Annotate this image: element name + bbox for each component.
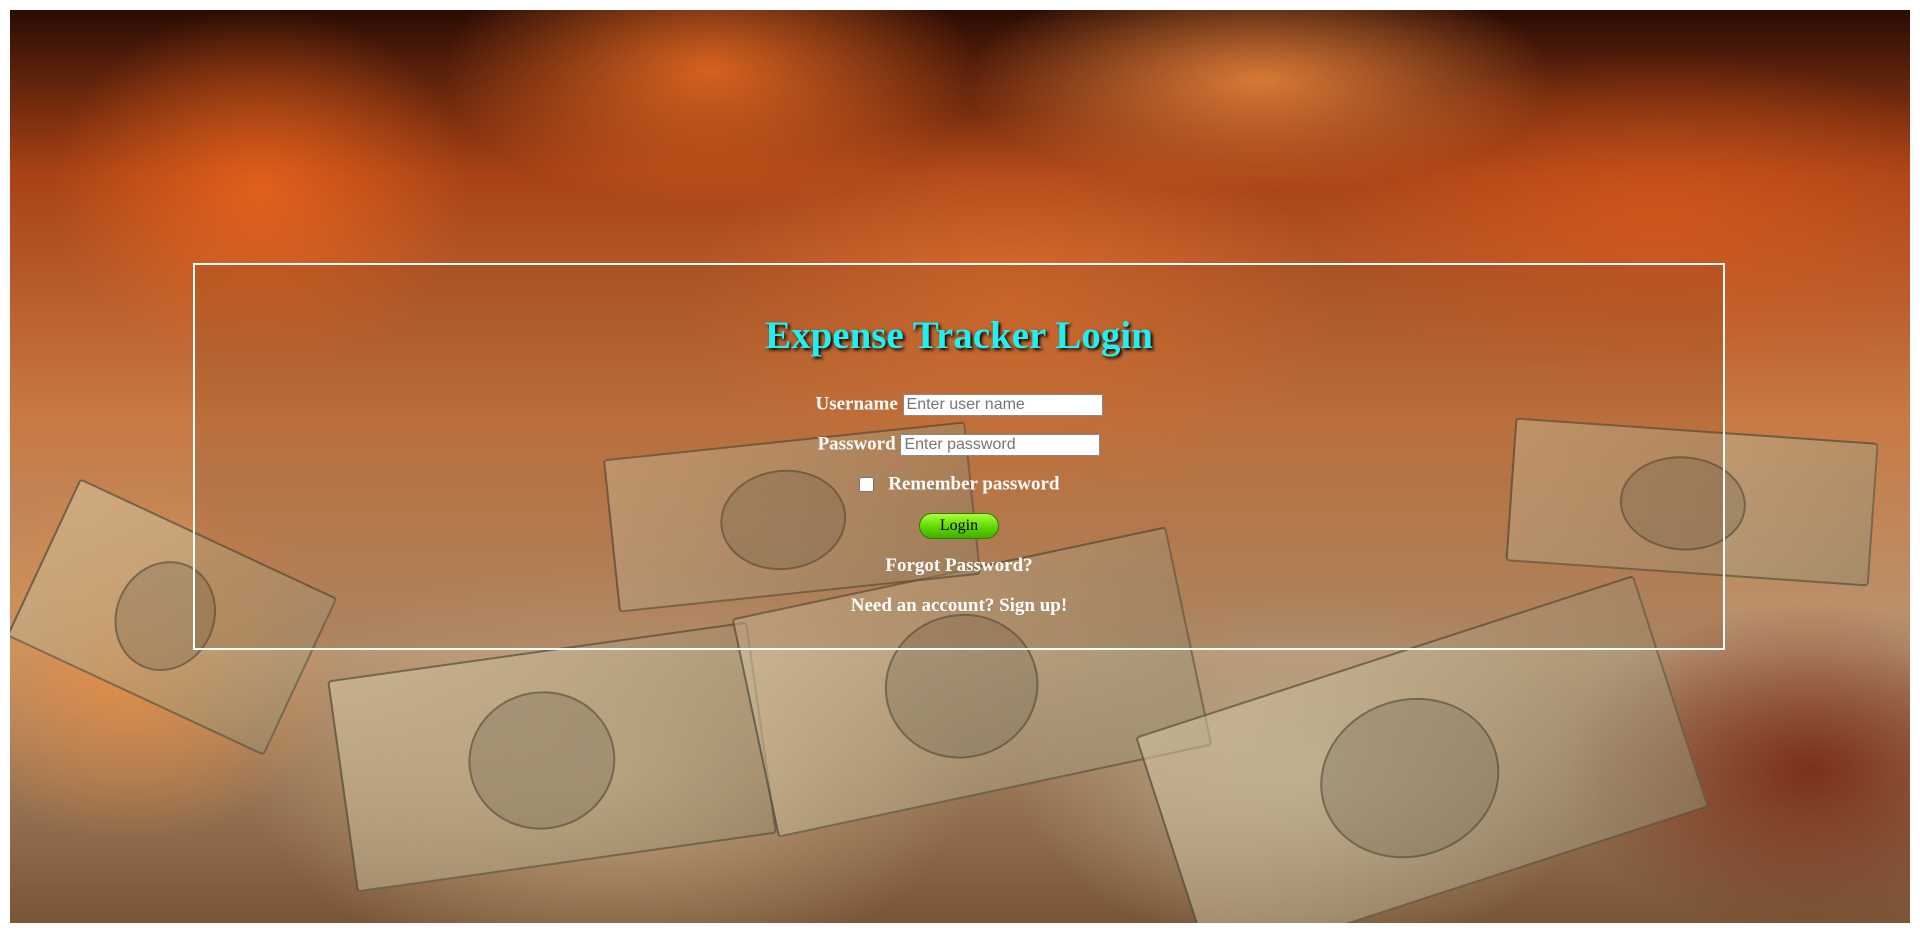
remember-label[interactable]: Remember password [888,474,1059,495]
password-label: Password [817,433,896,455]
banknote-image [327,621,777,893]
username-label: Username [815,393,898,415]
remember-checkbox[interactable] [858,477,874,493]
username-row: Username [195,393,1723,416]
signup-link[interactable]: Need an account? Sign up! [851,595,1067,616]
login-row: Login [195,513,1723,539]
page-title: Expense Tracker Login [765,314,1153,357]
forgot-row: Forgot Password? [195,555,1723,577]
login-panel: Expense Tracker Login Username Password … [193,263,1725,650]
password-row: Password [195,433,1723,456]
login-button[interactable]: Login [919,513,999,539]
password-input[interactable] [900,433,1101,456]
forgot-password-link[interactable]: Forgot Password? [885,555,1032,576]
signup-row: Need an account? Sign up! [195,595,1723,617]
username-input[interactable] [902,393,1103,416]
remember-row: Remember password [195,473,1723,496]
